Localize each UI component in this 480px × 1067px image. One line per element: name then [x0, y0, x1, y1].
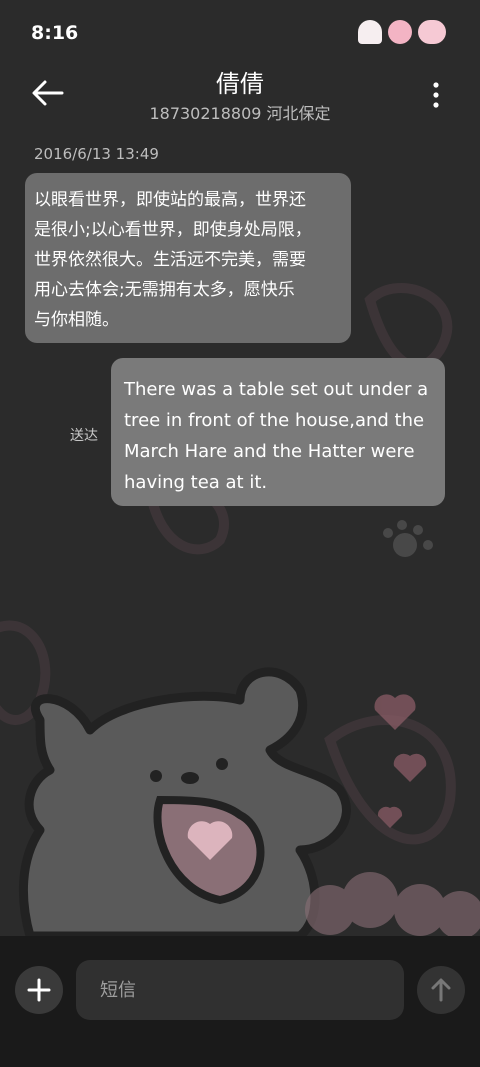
- message-line: 世界依然很大。生活远不完美，需要: [34, 250, 306, 270]
- message-line: There was a table set out under a: [124, 379, 429, 400]
- add-attachment-button[interactable]: [15, 966, 63, 1014]
- more-vertical-icon: [433, 82, 439, 108]
- message-timestamp: 2016/6/13 13:49: [34, 145, 159, 163]
- status-bar: 8:16: [0, 0, 480, 66]
- composer-bar: [0, 936, 480, 1067]
- delivery-status: 送达: [70, 428, 98, 444]
- status-time: 8:16: [31, 22, 79, 44]
- message-line: 是很小;以心看世界，即使身处局限，: [34, 220, 312, 240]
- message-line: 与你相随。: [34, 310, 119, 330]
- message-input[interactable]: [76, 960, 404, 1020]
- status-icons: [358, 20, 446, 44]
- message-line: having tea at it.: [124, 472, 268, 493]
- contact-name: 倩倩: [216, 70, 264, 98]
- incoming-message-bubble[interactable]: 以眼看世界，即使站的最高，世界还 是很小;以心看世界，即使身处局限， 世界依然很…: [25, 173, 351, 343]
- flower-sticker-icon: [388, 20, 412, 44]
- outgoing-message-bubble[interactable]: There was a table set out under a tree i…: [111, 358, 445, 506]
- more-options-button[interactable]: [426, 78, 446, 112]
- message-line: tree in front of the house,and the: [124, 410, 425, 431]
- conversation-header: 倩倩 18730218809 河北保定: [0, 62, 480, 132]
- heart-100-sticker-icon: [418, 20, 446, 44]
- send-button[interactable]: [417, 966, 465, 1014]
- message-line: March Hare and the Hatter were: [124, 441, 415, 462]
- message-line: 以眼看世界，即使站的最高，世界还: [34, 190, 306, 210]
- arrow-up-icon: [431, 978, 451, 1002]
- message-line: 用心去体会;无需拥有太多，愿快乐: [34, 280, 295, 300]
- cloud-sticker-icon: [358, 20, 382, 44]
- plus-icon: [27, 978, 51, 1002]
- contact-number-location: 18730218809 河北保定: [149, 104, 331, 123]
